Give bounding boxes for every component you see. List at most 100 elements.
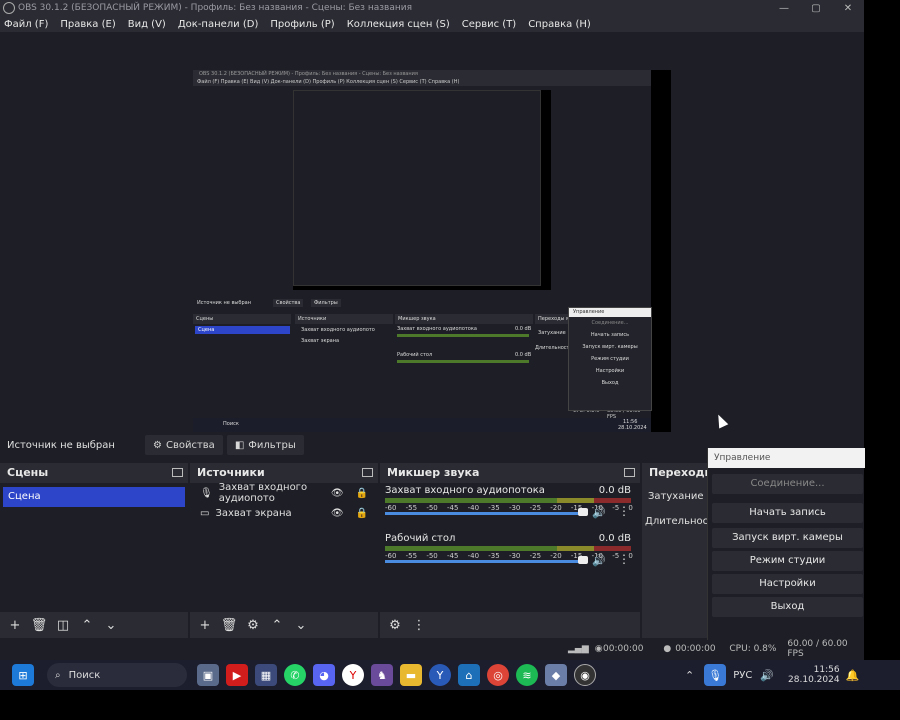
game-icon[interactable]: ♞ — [371, 664, 393, 686]
language-indicator[interactable]: РУС — [733, 670, 752, 681]
gear-icon[interactable]: ⚙ — [244, 618, 262, 633]
undock-icon[interactable] — [624, 467, 635, 477]
folder-icon[interactable]: ▬ — [400, 664, 422, 686]
windows-start-icon[interactable]: ⊞ — [12, 664, 34, 686]
arrow-down-icon[interactable]: ⌄ — [102, 618, 120, 633]
speaker-icon[interactable]: 🔊 — [592, 506, 606, 519]
eye-icon[interactable]: 👁 — [331, 508, 344, 519]
clock[interactable]: 11:56 28.10.2024 — [788, 665, 840, 685]
arrow-down-icon[interactable]: ⌄ — [292, 618, 310, 633]
windows-taskbar: ⊞ ⌕ Поиск ▣ ▶ ▦ ✆ ◕ Y ♞ ▬ Y ⌂ ◎ ≋ ◆ ◉ ⌃ … — [0, 660, 900, 690]
sources-footer: + 🗑 ⚙ ⌃ ⌄ — [190, 612, 378, 638]
menu-view[interactable]: Вид (V) — [128, 19, 166, 30]
more-icon[interactable]: ⋮ — [618, 552, 630, 566]
properties-button[interactable]: ⚙ Свойства — [145, 435, 223, 455]
undock-icon[interactable] — [172, 467, 183, 477]
monitor-icon: ▭ — [200, 507, 210, 519]
controls-menu: Управление Соединение... Начать запись З… — [707, 448, 865, 640]
menu-scene-collection[interactable]: Коллекция сцен (S) — [347, 19, 450, 30]
minimize-button[interactable]: — — [768, 3, 800, 14]
scene-item[interactable]: Сцена — [3, 487, 185, 507]
filter-icon[interactable]: ◫ — [54, 618, 72, 633]
slider-handle[interactable] — [578, 508, 588, 516]
nested-scene-item: Сцена — [195, 326, 290, 334]
volume-meter — [385, 498, 631, 503]
channel-db: 0.0 dB — [598, 485, 631, 496]
nested-menu-connect: Соединение... — [591, 320, 629, 326]
arrow-up-icon[interactable]: ⌃ — [268, 618, 286, 633]
obs-icon[interactable]: ◉ — [574, 664, 596, 686]
undock-icon[interactable] — [362, 467, 373, 477]
speaker-icon[interactable]: 🔊 — [760, 669, 774, 682]
menu-help[interactable]: Справка (H) — [528, 19, 591, 30]
store-icon[interactable]: ⌂ — [458, 664, 480, 686]
gear-icon: ⚙ — [153, 439, 162, 451]
menu-tools[interactable]: Сервис (T) — [462, 19, 516, 30]
eye-icon[interactable]: 👁 — [331, 488, 344, 499]
maximize-button[interactable]: ▢ — [800, 3, 832, 14]
nested-mixer-header: Микшер звука — [395, 314, 533, 324]
menu-edit[interactable]: Правка (E) — [60, 19, 115, 30]
mixer-header: Микшер звука — [380, 463, 640, 481]
youtube-icon[interactable]: ▶ — [226, 664, 248, 686]
lock-icon[interactable]: 🔒 — [356, 488, 368, 499]
sources-list: 🎙 Захват входного аудиопото 👁 🔒 ▭ Захват… — [190, 482, 378, 612]
close-button[interactable]: ✕ — [832, 3, 864, 14]
yandex-browser-icon[interactable]: Y — [429, 664, 451, 686]
settings-button[interactable]: Настройки — [712, 574, 863, 594]
source-row[interactable]: 🎙 Захват входного аудиопото 👁 🔒 — [190, 482, 378, 504]
audio-settings-icon[interactable]: ⚙ — [386, 618, 404, 633]
calendar-icon[interactable]: ▦ — [255, 664, 277, 686]
fade-select[interactable]: Затухание — [648, 486, 704, 508]
more-icon[interactable]: ⋮ — [618, 504, 630, 518]
slider-handle[interactable] — [578, 556, 588, 564]
source-row[interactable]: ▭ Захват экрана 👁 🔒 — [190, 503, 378, 523]
scenes-title: Сцены — [7, 465, 49, 479]
app-icon[interactable]: ▣ — [197, 664, 219, 686]
menu-bar: Файл (F) Правка (E) Вид (V) Док-панели (… — [0, 16, 864, 32]
volume-slider[interactable] — [385, 512, 585, 515]
whatsapp-icon[interactable]: ✆ — [284, 664, 306, 686]
exit-button[interactable]: Выход — [712, 597, 863, 617]
chevron-up-icon[interactable]: ⌃ — [685, 669, 694, 682]
nested-fade: Затухание — [538, 330, 566, 336]
scenes-list: Сцена — [0, 483, 188, 612]
spotify-icon[interactable]: ≋ — [516, 664, 538, 686]
studio-mode-button[interactable]: Режим студии — [712, 551, 863, 571]
add-icon[interactable]: + — [6, 618, 24, 633]
start-recording-button[interactable]: Начать запись — [712, 503, 863, 523]
mixer-footer: ⚙ ⋮ — [380, 612, 640, 638]
app2-icon[interactable]: ◆ — [545, 664, 567, 686]
volume-slider[interactable] — [385, 560, 585, 563]
menu-docks[interactable]: Док-панели (D) — [178, 19, 259, 30]
scenes-header: Сцены — [0, 463, 188, 481]
microphone-icon[interactable]: 🎙 — [704, 664, 727, 686]
arrow-up-icon[interactable]: ⌃ — [78, 618, 96, 633]
connect-button[interactable]: Соединение... — [712, 474, 863, 494]
chrome-icon[interactable]: ◎ — [487, 664, 509, 686]
sources-title: Источники — [197, 465, 265, 479]
mixer-channels: Захват входного аудиопотока 0.0 dB -60 -5… — [380, 483, 640, 612]
nested-filters: Фильтры — [311, 299, 341, 307]
mixer-title: Микшер звука — [387, 465, 480, 479]
virtual-camera-button[interactable]: Запуск вирт. камеры — [712, 528, 863, 548]
nested-taskbar: Поиск 11:56 28.10.2024 — [193, 418, 651, 432]
speaker-icon[interactable]: 🔊 — [592, 554, 606, 567]
search-icon: ⌕ — [55, 669, 61, 681]
more-icon[interactable]: ⋮ — [410, 618, 428, 633]
menu-file[interactable]: Файл (F) — [4, 19, 48, 30]
trash-icon[interactable]: 🗑 — [30, 618, 48, 633]
trash-icon[interactable]: 🗑 — [220, 618, 238, 633]
taskbar-search[interactable]: ⌕ Поиск — [47, 663, 187, 687]
preview-canvas[interactable]: OBS 30.1.2 (БЕЗОПАСНЫЙ РЕЖИМ) - Профиль:… — [193, 70, 671, 452]
preview-area[interactable]: OBS 30.1.2 (БЕЗОПАСНЫЙ РЕЖИМ) - Профиль:… — [0, 32, 864, 452]
menu-profile[interactable]: Профиль (P) — [270, 19, 334, 30]
filters-button[interactable]: ◧ Фильтры — [226, 435, 304, 455]
nested-src1: Захват входного аудиопото — [301, 327, 375, 333]
add-icon[interactable]: + — [196, 618, 214, 633]
yandex-icon[interactable]: Y — [342, 664, 364, 686]
lock-icon[interactable]: 🔒 — [356, 508, 368, 519]
nested-menu-studio: Режим студии — [591, 356, 629, 362]
notification-bell-icon[interactable]: 🔔 — [846, 669, 860, 682]
discord-icon[interactable]: ◕ — [313, 664, 335, 686]
